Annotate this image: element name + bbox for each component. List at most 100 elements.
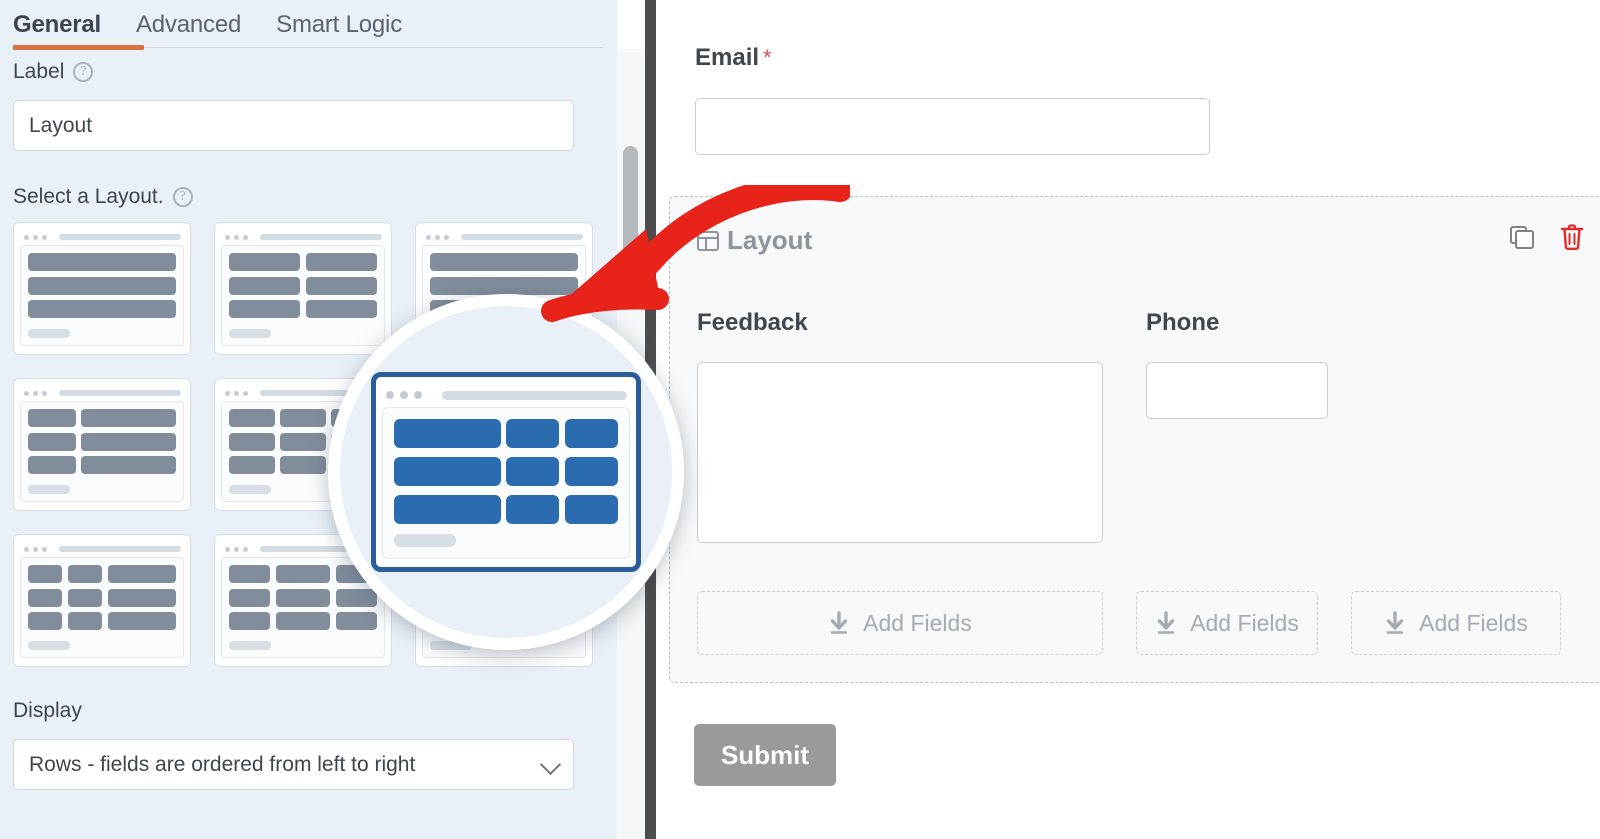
- layout-thumbnail-one-column[interactable]: [13, 222, 191, 355]
- thumbnail-browser-bar: [20, 385, 184, 401]
- browser-url-bar: [461, 234, 583, 240]
- settings-tabs: General Advanced Smart Logic: [0, 0, 617, 49]
- thumbnail-row: [229, 300, 377, 318]
- required-marker: *: [763, 45, 772, 70]
- thumbnail-cell: [229, 565, 271, 583]
- question-circle-icon[interactable]: ?: [172, 187, 193, 207]
- thumbnail-cell: [28, 253, 176, 271]
- label-input[interactable]: [13, 100, 574, 151]
- browser-dot-icon: [234, 234, 239, 240]
- browser-dot-icon: [435, 234, 440, 240]
- panel-scrollbar-thumb[interactable]: [623, 146, 638, 306]
- thumbnail-cell: [229, 253, 301, 271]
- label-field-text: Label: [13, 60, 65, 83]
- thumbnail-cell: [28, 456, 76, 474]
- browser-dot-icon: [426, 234, 431, 240]
- thumbnail-row: [28, 456, 176, 474]
- thumbnail-submit-placeholder: [229, 329, 271, 338]
- thumbnail-cell: [28, 588, 63, 607]
- active-tab-indicator: [13, 45, 144, 50]
- thumbnail-cell: [280, 456, 326, 474]
- browser-url-bar: [59, 390, 181, 396]
- thumbnail-row: [28, 565, 176, 583]
- thumbnail-row: [28, 612, 176, 630]
- browser-dot-icon: [386, 391, 394, 399]
- layout-thumbnail-two-column-33-66[interactable]: [13, 378, 191, 511]
- thumbnail-row: [394, 495, 618, 524]
- copy-icon[interactable]: [1509, 223, 1537, 251]
- browser-dot-icon: [243, 390, 248, 396]
- feedback-textarea[interactable]: [697, 362, 1103, 543]
- thumbnail-cell: [335, 588, 377, 607]
- browser-url-bar: [442, 390, 627, 400]
- browser-dot-icon: [234, 390, 239, 396]
- browser-dot-icon: [42, 546, 47, 552]
- browser-dot-icon: [33, 546, 38, 552]
- thumbnail-cell: [81, 409, 176, 427]
- tab-general[interactable]: General: [13, 11, 101, 39]
- browser-dot-icon: [225, 390, 230, 396]
- thumbnail-browser-bar: [20, 541, 184, 557]
- thumbnail-body: [382, 407, 630, 559]
- thumbnail-body: [221, 245, 385, 346]
- layout-field-block[interactable]: Layout Feedback Phone Add Fields Add Fie…: [669, 196, 1600, 683]
- thumbnail-browser-bar: [20, 229, 184, 245]
- add-fields-button-column-1[interactable]: Add Fields: [697, 591, 1103, 655]
- thumbnail-cell: [305, 253, 377, 271]
- download-arrow-icon: [830, 611, 848, 634]
- submit-button[interactable]: Submit: [694, 724, 836, 786]
- thumbnail-cell: [107, 588, 176, 607]
- thumbnail-cell: [564, 419, 618, 448]
- download-arrow-icon: [1386, 611, 1404, 634]
- thumbnail-cell: [564, 457, 618, 486]
- thumbnail-cell: [564, 495, 618, 524]
- display-field-label: Display: [13, 699, 82, 723]
- add-fields-row: Add Fields Add Fields Add Fields: [697, 591, 1587, 655]
- label-field-label: Label ?: [13, 60, 94, 84]
- thumbnail-row: [28, 588, 176, 607]
- email-input[interactable]: [695, 98, 1210, 155]
- thumbnail-submit-placeholder: [229, 641, 271, 650]
- thumbnail-cell: [394, 495, 501, 524]
- add-fields-label: Add Fields: [863, 609, 972, 636]
- question-circle-icon[interactable]: ?: [73, 62, 94, 82]
- thumbnail-row: [229, 565, 377, 583]
- add-fields-button-column-2[interactable]: Add Fields: [1136, 591, 1318, 655]
- layout-selector-label: Select a Layout. ?: [13, 185, 193, 209]
- thumbnail-row: [28, 300, 176, 318]
- thumbnail-cell: [430, 276, 578, 295]
- tab-advanced[interactable]: Advanced: [136, 11, 241, 39]
- trash-icon[interactable]: [1559, 223, 1585, 251]
- layout-thumbnail-two-column-50-50[interactable]: [214, 222, 392, 355]
- browser-dot-icon: [42, 234, 47, 240]
- thumbnail-cell: [28, 565, 63, 583]
- browser-dot-icon: [225, 546, 230, 552]
- thumbnail-browser-bar: [422, 229, 586, 245]
- thumbnail-cell: [275, 588, 331, 607]
- browser-dot-icon: [400, 391, 408, 399]
- thumbnail-cell: [229, 409, 275, 427]
- feedback-field-label: Feedback: [697, 309, 808, 336]
- thumbnail-row: [28, 432, 176, 451]
- add-fields-button-column-3[interactable]: Add Fields: [1351, 591, 1561, 655]
- display-select[interactable]: Rows - fields are ordered from left to r…: [13, 739, 574, 790]
- phone-input[interactable]: [1146, 362, 1328, 419]
- thumbnail-row: [229, 253, 377, 271]
- thumbnail-submit-placeholder: [28, 485, 70, 494]
- thumbnail-row: [394, 457, 618, 486]
- thumbnail-row: [229, 276, 377, 295]
- thumbnail-cell: [107, 565, 176, 583]
- add-fields-label: Add Fields: [1190, 609, 1299, 636]
- thumbnail-cell: [28, 612, 63, 630]
- tab-smart-logic[interactable]: Smart Logic: [276, 11, 402, 39]
- browser-dot-icon: [42, 390, 47, 396]
- thumbnail-row: [430, 253, 578, 271]
- thumbnail-cell: [305, 300, 377, 318]
- layout-block-actions: [1509, 223, 1585, 251]
- phone-field-label: Phone: [1146, 309, 1220, 336]
- thumbnail-cell: [275, 612, 331, 630]
- thumbnail-cell: [280, 409, 326, 427]
- form-builder-screen: General Advanced Smart Logic Label ? Sel…: [0, 0, 1600, 839]
- layout-thumbnail-three-column-25-25-50[interactable]: [13, 534, 191, 667]
- thumbnail-row: [394, 419, 618, 448]
